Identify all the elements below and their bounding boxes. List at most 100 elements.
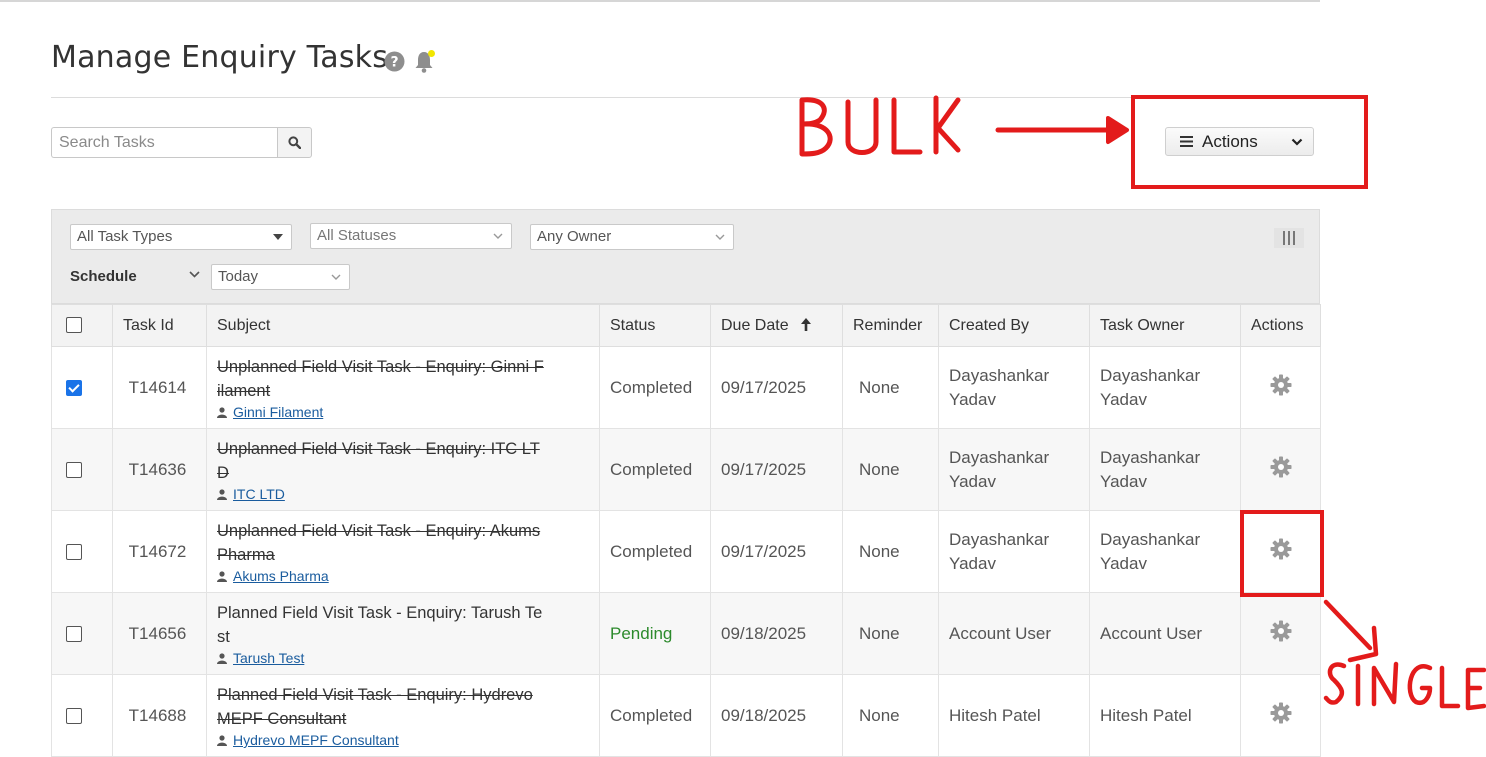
search-input[interactable] — [51, 127, 278, 158]
created-by-line1: Dayashankar — [949, 529, 1050, 549]
col-reminder[interactable]: Reminder — [842, 304, 939, 347]
schedule-select[interactable]: Today — [211, 264, 350, 290]
task-subject[interactable]: Unplanned Field Visit Task - Enquiry: Ak… — [217, 519, 557, 567]
task-id[interactable]: T14656 — [112, 592, 207, 675]
table-row[interactable]: T14636 Unplanned Field Visit Task - Enqui… — [51, 428, 1321, 511]
related-record-link[interactable]: Tarush Test — [233, 650, 304, 666]
user-icon — [217, 488, 227, 500]
task-status: Completed — [599, 674, 711, 757]
columns-icon[interactable] — [1274, 228, 1304, 248]
subject-cell: Unplanned Field Visit Task - Enquiry: Gi… — [206, 346, 600, 429]
task-id[interactable]: T14688 — [112, 674, 207, 757]
task-subject[interactable]: Unplanned Field Visit Task - Enquiry: IT… — [217, 437, 557, 485]
gear-icon — [1270, 456, 1291, 478]
task-due-date: 09/18/2025 — [710, 592, 843, 675]
col-subject[interactable]: Subject — [206, 304, 600, 347]
col-due-date[interactable]: Due Date — [710, 304, 843, 347]
owner-line2: Yadav — [1100, 471, 1147, 491]
task-id[interactable]: T14636 — [112, 428, 207, 511]
owner-line1: Hitesh Patel — [1100, 705, 1192, 725]
task-created-by: Account User — [938, 592, 1090, 675]
status-select[interactable]: All Statuses — [310, 223, 512, 249]
task-owner: Account User — [1089, 592, 1241, 675]
row-select-cell — [51, 674, 113, 757]
top-divider — [0, 0, 1320, 2]
row-checkbox[interactable] — [66, 626, 82, 643]
related-record-link[interactable]: Ginni Filament — [233, 404, 323, 420]
task-status: Completed — [599, 346, 711, 429]
search-button[interactable] — [277, 127, 312, 158]
task-reminder: None — [842, 510, 939, 593]
help-icon[interactable]: ? — [384, 51, 405, 72]
single-annotation — [1240, 510, 1486, 711]
bell-icon[interactable] — [412, 48, 437, 74]
task-reminder: None — [842, 428, 939, 511]
chevron-down-icon — [493, 233, 503, 239]
owner-select[interactable]: Any Owner — [530, 224, 734, 250]
task-subject-line2: ilament — [217, 382, 271, 400]
owner-line1: Dayashankar — [1100, 447, 1201, 467]
related-record-link[interactable]: ITC LTD — [233, 486, 285, 502]
user-icon — [217, 406, 227, 418]
created-by-line2: Yadav — [949, 471, 996, 491]
col-task-id[interactable]: Task Id — [112, 304, 207, 347]
task-reminder: None — [842, 346, 939, 429]
owner-value: Any Owner — [537, 228, 612, 245]
task-due-date: 09/17/2025 — [710, 346, 843, 429]
task-owner: Dayashankar Yadav — [1089, 428, 1241, 511]
task-status: Completed — [599, 428, 711, 511]
table-row[interactable]: T14688 Planned Field Visit Task - Enquiry… — [51, 674, 1321, 757]
row-checkbox[interactable] — [66, 544, 82, 561]
task-subject-line2: st — [217, 628, 230, 646]
related-record: ITC LTD — [217, 486, 589, 502]
owner-line2: Yadav — [1100, 553, 1147, 573]
task-status: Completed — [599, 510, 711, 593]
table-header-row: Task Id Subject Status Due Date Reminder… — [51, 304, 1321, 347]
task-subject[interactable]: Planned Field Visit Task - Enquiry: Taru… — [217, 601, 557, 649]
svg-text:?: ? — [390, 55, 398, 71]
chevron-down-icon[interactable] — [189, 271, 200, 278]
search-icon — [288, 136, 301, 149]
user-icon — [217, 652, 227, 664]
subject-cell: Planned Field Visit Task - Enquiry: Hydr… — [206, 674, 600, 757]
subject-cell: Planned Field Visit Task - Enquiry: Taru… — [206, 592, 600, 675]
task-id[interactable]: T14672 — [112, 510, 207, 593]
subject-cell: Unplanned Field Visit Task - Enquiry: IT… — [206, 428, 600, 511]
task-owner: Hitesh Patel — [1089, 674, 1241, 757]
task-subject-line1: Unplanned Field Visit Task - Enquiry: IT… — [217, 440, 540, 458]
schedule-label[interactable]: Schedule — [70, 268, 137, 285]
task-subject[interactable]: Planned Field Visit Task - Enquiry: Hydr… — [217, 683, 557, 731]
task-id[interactable]: T14614 — [112, 346, 207, 429]
row-checkbox[interactable] — [66, 380, 82, 397]
task-subject-line2: MEPF Consultant — [217, 710, 347, 728]
col-created-by[interactable]: Created By — [938, 304, 1090, 347]
col-status[interactable]: Status — [599, 304, 711, 347]
task-due-date: 09/17/2025 — [710, 510, 843, 593]
table-row[interactable]: T14672 Unplanned Field Visit Task - Enqui… — [51, 510, 1321, 593]
related-record-link[interactable]: Hydrevo MEPF Consultant — [233, 732, 399, 748]
owner-line1: Dayashankar — [1100, 365, 1201, 385]
created-by-line2: Yadav — [949, 553, 996, 573]
chevron-down-icon — [331, 274, 341, 280]
created-by-line1: Dayashankar — [949, 447, 1050, 467]
related-record: Akums Pharma — [217, 568, 589, 584]
select-all-checkbox[interactable] — [66, 317, 82, 334]
task-reminder: None — [842, 592, 939, 675]
col-task-owner[interactable]: Task Owner — [1089, 304, 1241, 347]
task-type-select[interactable]: All Task Types — [70, 224, 292, 250]
task-subject[interactable]: Unplanned Field Visit Task - Enquiry: Gi… — [217, 355, 557, 403]
row-checkbox[interactable] — [66, 462, 82, 479]
task-created-by: Dayashankar Yadav — [938, 510, 1090, 593]
task-reminder: None — [842, 674, 939, 757]
select-all-cell — [51, 304, 113, 347]
row-actions-button[interactable] — [1240, 428, 1321, 511]
task-subject-line1: Planned Field Visit Task - Enquiry: Taru… — [217, 604, 543, 622]
created-by-line1: Dayashankar — [949, 365, 1050, 385]
table-row[interactable]: T14614 Unplanned Field Visit Task - Enqui… — [51, 346, 1321, 429]
row-checkbox[interactable] — [66, 708, 82, 725]
row-actions-button[interactable] — [1240, 346, 1321, 429]
row-select-cell — [51, 510, 113, 593]
table-row[interactable]: T14656 Planned Field Visit Task - Enquiry… — [51, 592, 1321, 675]
related-record-link[interactable]: Akums Pharma — [233, 568, 329, 584]
row-select-cell — [51, 346, 113, 429]
